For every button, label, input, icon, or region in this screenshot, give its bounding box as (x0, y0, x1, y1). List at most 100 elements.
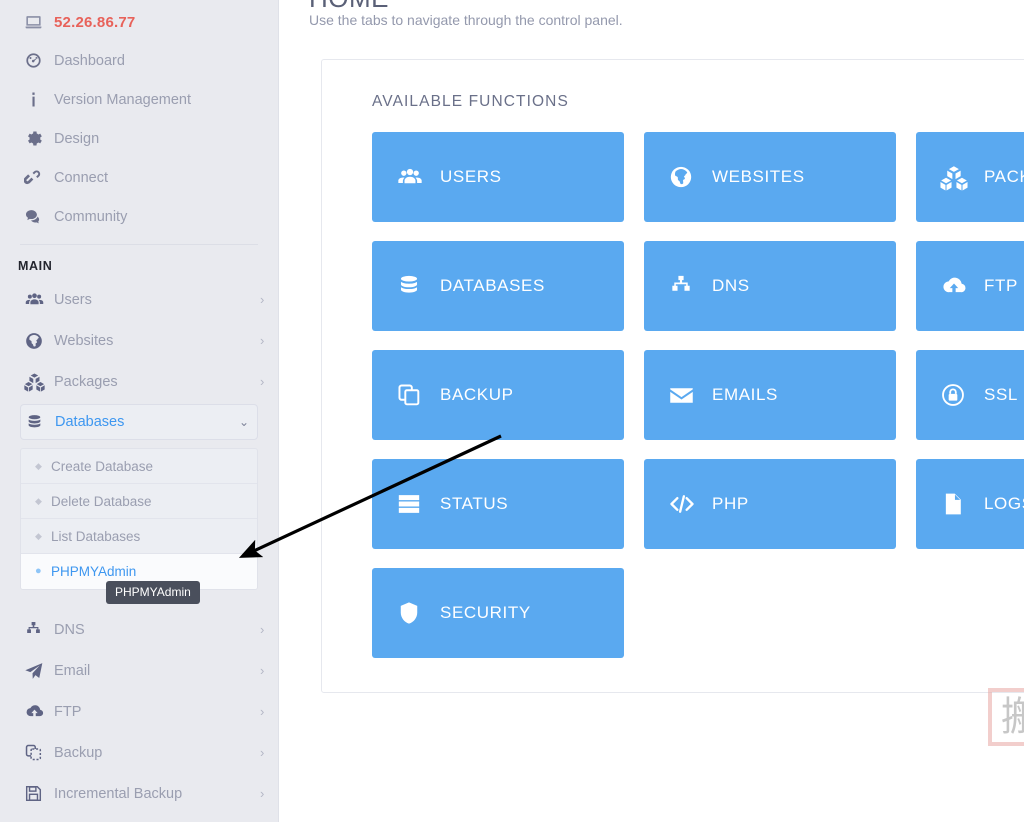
database-icon (25, 413, 55, 432)
sidebar-item-community[interactable]: Community (0, 197, 278, 236)
globe-icon (24, 331, 54, 351)
tile-label: STATUS (440, 494, 509, 513)
sidebar-item-dashboard[interactable]: Dashboard (0, 41, 278, 80)
sidebar-item-label: Users (54, 291, 92, 308)
submenu-item-list-databases[interactable]: ◆ List Databases (21, 519, 257, 554)
tile-status[interactable]: STATUS (372, 459, 624, 549)
tile-label: PACKAGES (984, 167, 1024, 186)
cloud-upload-icon (24, 701, 54, 722)
sidebar-item-users[interactable]: Users › (0, 279, 278, 320)
tile-logs[interactable]: LOGS (916, 459, 1024, 549)
sitemap-icon (24, 620, 54, 639)
chevron-right-icon: › (260, 333, 265, 348)
sidebar-item-ftp[interactable]: FTP › (0, 691, 278, 732)
watermark-seal: 搬 (988, 688, 1024, 746)
sidebar-item-label: DNS (54, 621, 85, 638)
chat-icon (24, 207, 54, 226)
users-icon (396, 163, 440, 191)
laptop-icon (24, 13, 54, 32)
submenu-item-label: PHPMYAdmin (51, 564, 137, 579)
sidebar-item-label: Email (54, 662, 91, 679)
chevron-right-icon: › (260, 622, 265, 637)
server-icon (396, 491, 440, 517)
bullet-icon: ● (35, 565, 42, 577)
info-icon (24, 90, 54, 109)
tooltip-phpmyadmin: PHPMYAdmin (106, 581, 200, 604)
sidebar-item-label: Incremental Backup (54, 785, 183, 802)
bullet-icon: ◆ (35, 495, 42, 506)
sidebar-item-packages[interactable]: Packages › (0, 361, 278, 402)
sidebar-item-databases[interactable]: Databases ⌄ (20, 404, 258, 440)
tile-packages[interactable]: PACKAGES (916, 132, 1024, 222)
tile-label: SSL (984, 385, 1018, 404)
tile-databases[interactable]: DATABASES (372, 241, 624, 331)
tile-ftp[interactable]: FTP (916, 241, 1024, 331)
tile-label: BACKUP (440, 385, 514, 404)
tile-websites[interactable]: WEBSITES (644, 132, 896, 222)
tile-label: DATABASES (440, 276, 545, 295)
sidebar-item-dns[interactable]: DNS › (0, 609, 278, 650)
cloud-upload-icon (940, 272, 984, 300)
sidebar-item-version-management[interactable]: Version Management (0, 80, 278, 119)
tile-php[interactable]: PHP (644, 459, 896, 549)
sidebar-item-label: Dashboard (54, 52, 125, 69)
sidebar-item-incremental-backup[interactable]: Incremental Backup › (0, 773, 278, 814)
globe-icon (668, 164, 712, 190)
sidebar-item-label: Packages (54, 373, 118, 390)
chevron-right-icon: › (260, 292, 265, 307)
submenu-item-label: Delete Database (51, 493, 152, 509)
tile-label: EMAILS (712, 385, 778, 404)
tile-label: LOGS (984, 494, 1024, 513)
sidebar-item-backup[interactable]: Backup › (0, 732, 278, 773)
tile-dns[interactable]: DNS (644, 241, 896, 331)
packages-icon (940, 163, 984, 191)
code-icon (668, 490, 712, 518)
submenu-item-delete-database[interactable]: ◆ Delete Database (21, 484, 257, 519)
database-icon (396, 273, 440, 299)
sidebar-item-host[interactable]: 52.26.86.77 (0, 3, 278, 41)
gear-icon (24, 129, 54, 148)
submenu-item-create-database[interactable]: ◆ Create Database (21, 449, 257, 484)
tile-security[interactable]: SECURITY (372, 568, 624, 658)
packages-icon (24, 371, 54, 392)
lock-circle-icon (940, 382, 984, 408)
sidebar-host-label: 52.26.86.77 (54, 13, 136, 31)
link-icon (24, 168, 54, 187)
chevron-down-icon: ⌄ (239, 415, 250, 429)
tile-label: USERS (440, 167, 502, 186)
watermark: 搬 主题 WWW.BANZHUTI.COM (983, 688, 1024, 750)
function-tile-grid: USERS WEBSITES PAC DATABASES DNS FTP BAC… (372, 132, 1024, 658)
submenu-item-label: List Databases (51, 528, 141, 544)
shield-icon (396, 600, 440, 626)
sidebar-section-heading: MAIN (18, 259, 53, 273)
tile-users[interactable]: USERS (372, 132, 624, 222)
sidebar-item-websites[interactable]: Websites › (0, 320, 278, 361)
control-panel-page: 52.26.86.77 Dashboard Version Management (0, 0, 1024, 822)
chevron-right-icon: › (260, 663, 265, 678)
users-icon (24, 289, 54, 310)
tile-label: PHP (712, 494, 749, 513)
sidebar-item-label: Design (54, 130, 100, 147)
file-icon (940, 491, 984, 517)
sidebar: 52.26.86.77 Dashboard Version Management (0, 0, 279, 822)
sidebar-item-ssl[interactable]: SSL › (0, 814, 278, 822)
sidebar-item-label: Backup (54, 744, 103, 761)
copy-icon (24, 743, 54, 762)
tile-label: FTP (984, 276, 1018, 295)
sidebar-item-label: FTP (54, 703, 82, 720)
sidebar-submenu-databases: ◆ Create Database ◆ Delete Database ◆ Li… (20, 448, 258, 590)
page-subtitle: Use the tabs to navigate through the con… (309, 12, 623, 28)
chevron-right-icon: › (260, 786, 265, 801)
gauge-icon (24, 51, 54, 70)
sidebar-item-label: Connect (54, 169, 109, 186)
sidebar-item-design[interactable]: Design (0, 119, 278, 158)
tile-emails[interactable]: EMAILS (644, 350, 896, 440)
sidebar-item-email[interactable]: Email › (0, 650, 278, 691)
sidebar-item-label: Websites (54, 332, 114, 349)
sitemap-icon (668, 273, 712, 299)
sidebar-item-connect[interactable]: Connect (0, 158, 278, 197)
tile-label: SECURITY (440, 603, 531, 622)
tile-ssl[interactable]: SSL (916, 350, 1024, 440)
chevron-right-icon: › (260, 704, 265, 719)
tile-backup[interactable]: BACKUP (372, 350, 624, 440)
